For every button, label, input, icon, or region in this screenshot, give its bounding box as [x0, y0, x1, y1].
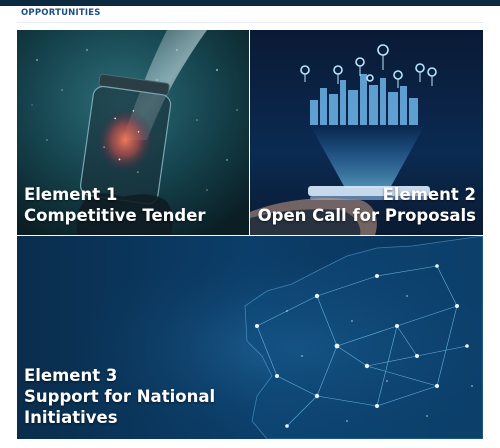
tile-element-1-competitive-tender[interactable]: Element 1 Competitive Tender — [17, 30, 249, 235]
tile-element-3-national-initiatives[interactable]: Element 3 Support for National Initiativ… — [17, 236, 483, 439]
tile-3-title: Element 3 Support for National Initiativ… — [24, 365, 215, 428]
tile-1-line-2: Competitive Tender — [24, 206, 206, 225]
tile-element-2-open-call[interactable]: Element 2 Open Call for Proposals — [250, 30, 483, 235]
tile-2-title: Element 2 Open Call for Proposals — [258, 184, 476, 226]
tile-3-line-3: Initiatives — [24, 408, 118, 427]
tile-3-line-2: Support for National — [24, 387, 216, 406]
section-divider — [17, 22, 483, 23]
tile-2-line-2: Open Call for Proposals — [257, 206, 476, 225]
tile-1-line-1: Element 1 — [24, 185, 118, 204]
top-header-bar — [0, 0, 500, 6]
tile-1-title: Element 1 Competitive Tender — [24, 184, 206, 226]
tile-3-line-1: Element 3 — [24, 366, 118, 385]
tile-2-line-1: Element 2 — [382, 185, 476, 204]
section-title: OPPORTUNITIES — [21, 8, 101, 18]
